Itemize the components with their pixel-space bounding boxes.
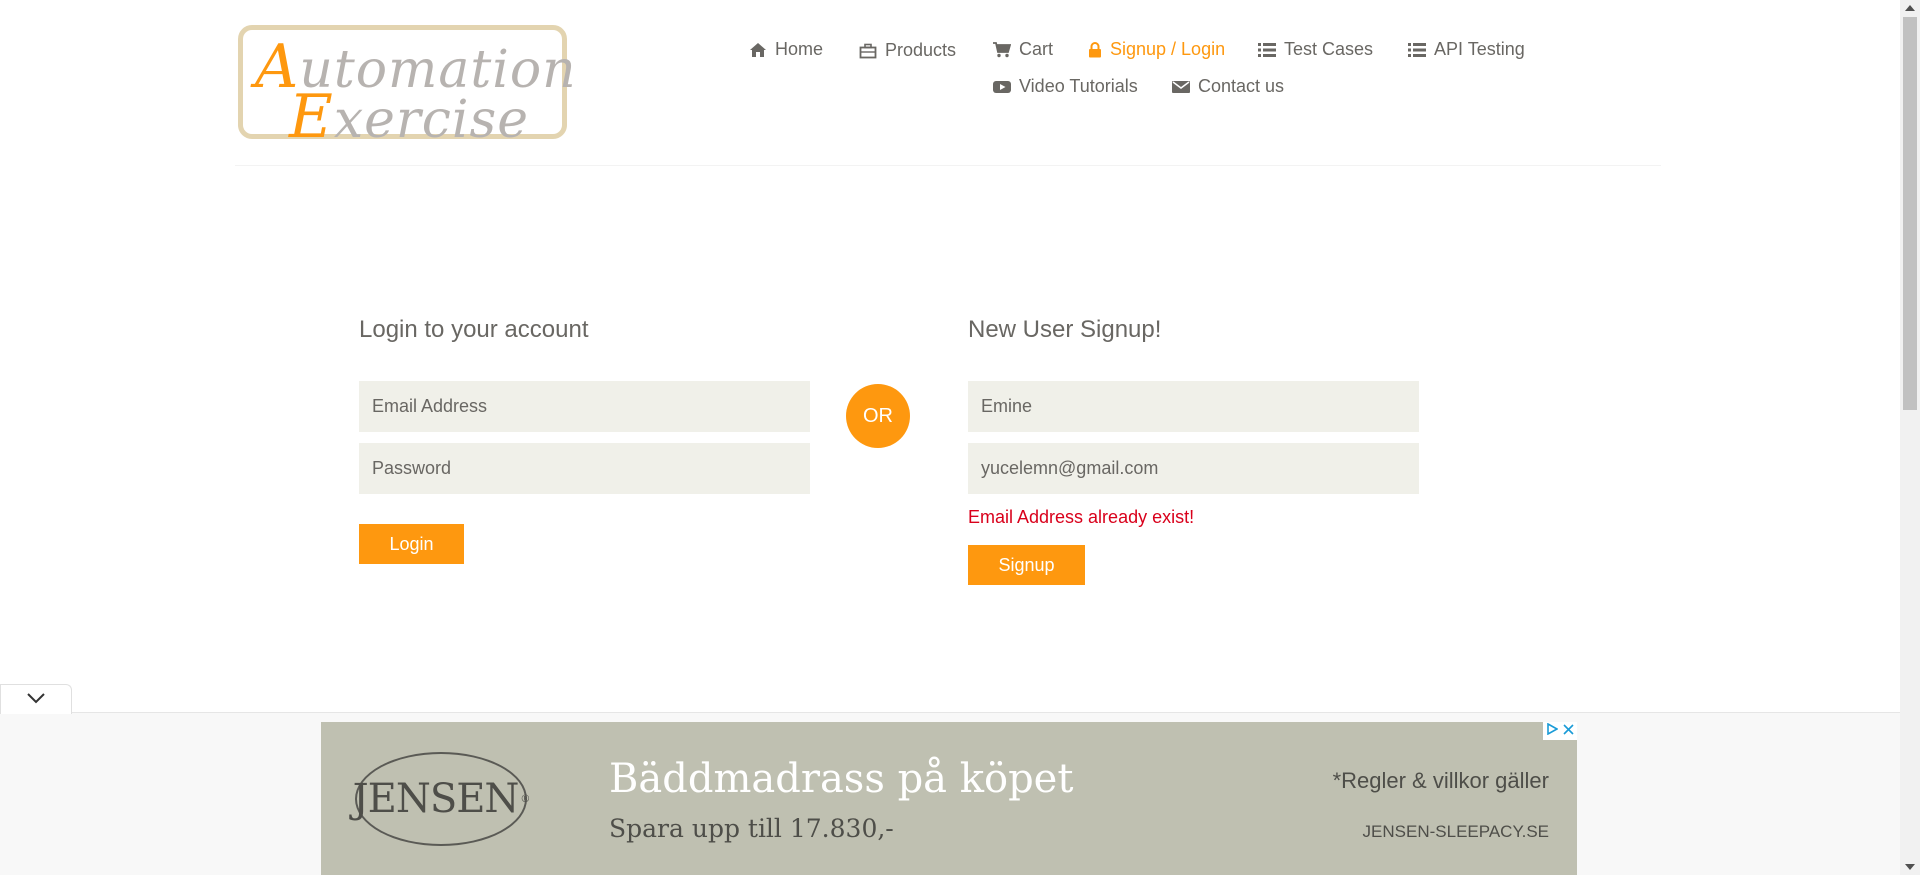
nav-test-cases-label: Test Cases [1284, 39, 1374, 59]
signup-error-message: Email Address already exist! [968, 507, 1195, 527]
nav-contact-us[interactable]: Contact us [1172, 76, 1284, 97]
scroll-up-arrow-icon[interactable] [1905, 5, 1915, 11]
nav-api-testing[interactable]: API Testing [1408, 39, 1525, 60]
adchoices-icon[interactable] [1546, 722, 1559, 740]
nav-products[interactable]: Products [859, 40, 956, 61]
nav-products-label: Products [885, 40, 957, 60]
envelope-icon [1172, 79, 1190, 95]
list-icon [1258, 42, 1276, 58]
cart-icon [993, 41, 1011, 58]
nav-signup-login[interactable]: Signup / Login [1088, 39, 1225, 60]
youtube-icon [993, 79, 1011, 95]
briefcase-icon [859, 43, 877, 59]
ad-brand-logo: JENSEN ® [353, 752, 530, 846]
list-icon [1408, 42, 1426, 58]
ad-subline: Spara upp till 17.830,- [609, 814, 894, 843]
nav-test-cases[interactable]: Test Cases [1258, 39, 1373, 60]
login-password-input[interactable] [359, 443, 810, 494]
nav-home[interactable]: Home [749, 39, 823, 60]
signup-email-input[interactable] [968, 443, 1419, 494]
signup-title: New User Signup! [968, 316, 1162, 343]
login-email-input[interactable] [359, 381, 810, 432]
close-icon[interactable] [1563, 722, 1574, 740]
ad-controls [1543, 722, 1577, 740]
nav-cart-label: Cart [1019, 39, 1054, 59]
ad-headline: Bäddmadrass på köpet [609, 756, 1074, 802]
signup-name-input[interactable] [968, 381, 1419, 432]
nav-video-tutorials-label: Video Tutorials [1019, 76, 1138, 96]
lock-icon [1088, 41, 1102, 58]
login-title: Login to your account [359, 316, 589, 343]
signup-button[interactable]: Signup [968, 545, 1085, 585]
nav-home-label: Home [775, 39, 824, 59]
ad-collapse-toggle[interactable] [0, 684, 72, 714]
ad-site-link: JENSEN-SLEEPACY.SE [1362, 822, 1549, 841]
home-icon [749, 42, 767, 58]
ad-banner[interactable]: JENSEN ® Bäddmadrass på köpet Spara upp t… [321, 722, 1577, 875]
nav-video-tutorials[interactable]: Video Tutorials [993, 76, 1138, 97]
or-divider: OR [846, 384, 910, 448]
nav-contact-us-label: Contact us [1198, 76, 1285, 96]
scroll-down-arrow-icon[interactable] [1905, 864, 1915, 870]
site-header: Automation Exercise Home Products Cart S… [0, 0, 1900, 166]
scroll-thumb[interactable] [1903, 17, 1917, 410]
login-button[interactable]: Login [359, 524, 464, 564]
site-logo[interactable]: Automation Exercise [238, 25, 576, 152]
ad-terms: *Regler & villkor gäller [1332, 768, 1549, 793]
page-scrollbar[interactable] [1900, 0, 1920, 875]
nav-cart[interactable]: Cart [993, 39, 1053, 60]
main-nav: Home Products Cart Signup / Login Test C… [740, 30, 1640, 110]
header-divider [235, 165, 1661, 166]
chevron-down-icon [26, 691, 46, 709]
nav-signup-login-label: Signup / Login [1110, 39, 1226, 59]
nav-api-testing-label: API Testing [1434, 39, 1525, 59]
logo-line-2: Exercise [289, 82, 529, 152]
